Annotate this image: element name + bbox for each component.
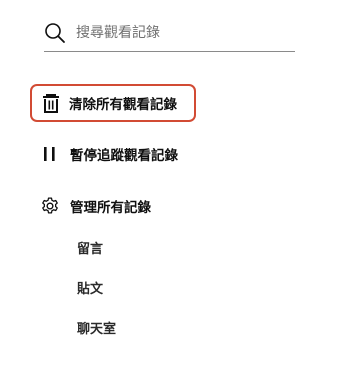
- manage-live-chat-link[interactable]: 聊天室: [77, 318, 116, 337]
- manage-all-history-label: 管理所有記錄: [70, 200, 151, 216]
- manage-all-history-button[interactable]: 管理所有記錄: [30, 187, 210, 225]
- trash-icon: [41, 93, 61, 113]
- search-bar[interactable]: [44, 18, 295, 52]
- manage-posts-link[interactable]: 貼文: [77, 278, 103, 297]
- manage-comments-link[interactable]: 留言: [77, 238, 103, 257]
- pause-history-button[interactable]: 暫停追蹤觀看記錄: [30, 135, 210, 173]
- gear-icon: [40, 196, 60, 216]
- clear-all-history-button[interactable]: 清除所有觀看記錄: [30, 84, 196, 122]
- pause-history-label: 暫停追蹤觀看記錄: [70, 148, 178, 164]
- clear-all-history-label: 清除所有觀看記錄: [69, 97, 177, 113]
- search-icon[interactable]: [44, 22, 66, 44]
- search-input[interactable]: [76, 21, 286, 45]
- pause-icon: [40, 144, 60, 164]
